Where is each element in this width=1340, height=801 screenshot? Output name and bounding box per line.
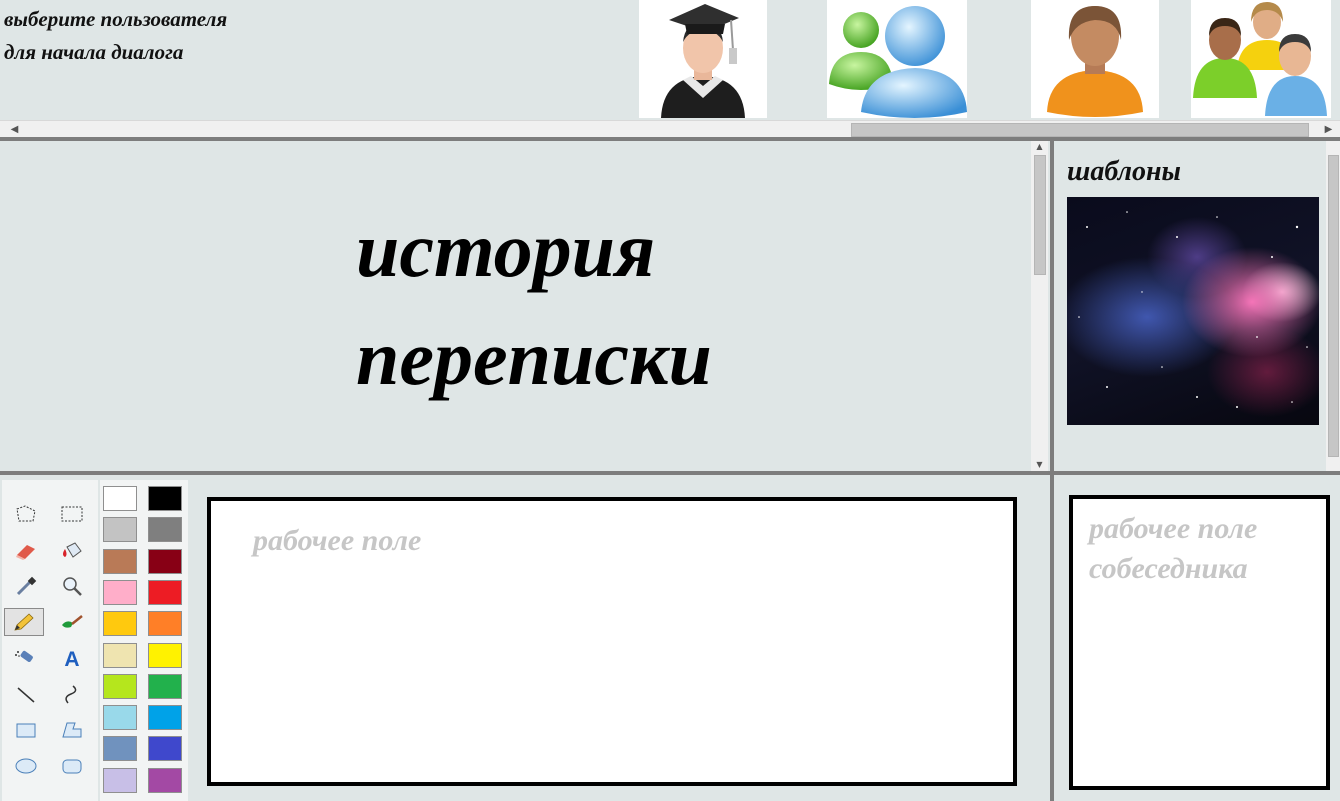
tool-fill[interactable] [52, 536, 92, 564]
color-palette [100, 480, 188, 801]
color-swatch[interactable] [148, 673, 182, 699]
color-swatch[interactable] [103, 767, 137, 793]
user-group-icon [1193, 2, 1327, 116]
select-user-prompt-line-2: для начала диалога [4, 40, 184, 64]
fill-bucket-icon [63, 542, 82, 558]
color-swatch[interactable] [148, 517, 182, 543]
ellipse-icon [15, 758, 37, 774]
scrollbar-thumb[interactable] [1034, 155, 1046, 275]
color-swatch[interactable] [148, 705, 182, 731]
users-horizontal-scrollbar[interactable]: ◀ ▶ [0, 120, 1340, 138]
messenger-contacts-icon [829, 6, 967, 118]
user-avatar-person[interactable] [1031, 0, 1159, 118]
tool-color-picker[interactable] [6, 572, 46, 600]
tool-rect-select[interactable] [52, 500, 92, 528]
tool-rounded-rectangle[interactable] [52, 752, 92, 780]
tool-polygon[interactable] [52, 716, 92, 744]
color-swatch[interactable] [103, 611, 137, 637]
graduate-avatar-icon [661, 4, 745, 118]
partner-workspace-placeholder-line-1: рабочее поле [1089, 512, 1258, 545]
color-swatch[interactable] [103, 705, 137, 731]
airbrush-icon [15, 650, 33, 662]
drawing-toolbox: A [2, 480, 98, 801]
user-avatar-messenger[interactable] [827, 0, 967, 118]
tool-ellipse[interactable] [6, 752, 46, 780]
brush-icon [62, 615, 83, 628]
scroll-up-arrow-icon[interactable]: ▲ [1031, 141, 1048, 153]
tool-curve[interactable] [52, 680, 92, 708]
color-swatch[interactable] [103, 642, 137, 668]
space-nebula-image [1078, 211, 1308, 408]
line-icon [17, 687, 35, 703]
history-title-line-1: история [356, 206, 656, 293]
color-swatch[interactable] [148, 486, 182, 511]
color-swatch[interactable] [103, 548, 137, 574]
tool-line[interactable] [6, 680, 46, 708]
my-workspace[interactable]: рабочее поле [207, 497, 1017, 786]
workspace-divider [0, 471, 1340, 475]
tool-brush[interactable] [52, 608, 92, 636]
scroll-left-arrow-icon[interactable]: ◀ [6, 121, 23, 138]
scroll-right-arrow-icon[interactable]: ▶ [1320, 121, 1337, 138]
history-title-line-2: переписки [356, 314, 712, 401]
color-swatch[interactable] [148, 767, 182, 793]
text-icon: A [64, 648, 79, 669]
my-workspace-placeholder: рабочее поле [253, 524, 422, 557]
tool-rectangle[interactable] [6, 716, 46, 744]
color-swatch[interactable] [103, 579, 137, 605]
pencil-icon [14, 613, 34, 631]
tool-text[interactable]: A [52, 644, 92, 672]
template-space-nebula[interactable] [1067, 197, 1319, 425]
color-swatch[interactable] [148, 736, 182, 762]
history-vertical-scrollbar[interactable]: ▲ ▼ [1031, 141, 1048, 471]
tool-pencil[interactable] [4, 608, 44, 636]
tool-magnifier[interactable] [52, 572, 92, 600]
eraser-icon [16, 545, 35, 560]
free-select-icon [16, 505, 36, 522]
user-avatar-graduate[interactable] [639, 0, 767, 118]
tool-free-select[interactable] [6, 500, 46, 528]
rectangle-icon [16, 723, 36, 738]
color-swatch[interactable] [103, 736, 137, 762]
tool-airbrush[interactable] [6, 644, 46, 672]
person-avatar-icon [1047, 6, 1143, 117]
rect-select-icon [61, 506, 83, 522]
color-swatch[interactable] [148, 642, 182, 668]
select-user-prompt-line-1: выберите пользователя [4, 7, 228, 31]
curve-icon [65, 685, 77, 704]
partner-workspace-placeholder-line-2: собеседника [1089, 552, 1248, 585]
color-swatch[interactable] [103, 673, 137, 699]
templates-heading: шаблоны [1067, 156, 1181, 187]
user-selection-bar: выберите пользователя для начала диалога [0, 0, 1340, 138]
color-swatch[interactable] [148, 548, 182, 574]
magnifier-icon [63, 577, 82, 596]
rounded-rect-icon [62, 759, 82, 774]
partner-workspace[interactable]: рабочее поле собеседника [1069, 495, 1330, 790]
user-avatar-group[interactable] [1191, 0, 1331, 118]
tool-eraser[interactable] [6, 536, 46, 564]
scrollbar-thumb[interactable] [851, 123, 1309, 137]
eyedropper-icon [16, 576, 37, 596]
color-swatch[interactable] [148, 611, 182, 637]
svg-text:A: A [64, 648, 79, 669]
scrollbar-thumb[interactable] [1328, 155, 1339, 457]
scroll-down-arrow-icon[interactable]: ▼ [1031, 459, 1048, 471]
color-swatch[interactable] [103, 517, 137, 543]
color-swatch[interactable] [148, 579, 182, 605]
color-swatch[interactable] [103, 486, 137, 511]
chat-history-placeholder: история переписки [356, 196, 712, 412]
polygon-icon [62, 722, 82, 738]
templates-vertical-scrollbar[interactable] [1326, 141, 1340, 471]
